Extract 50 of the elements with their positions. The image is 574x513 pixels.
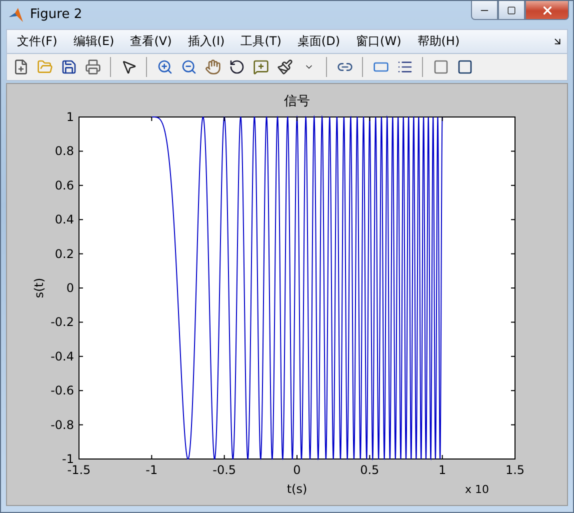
y-tick-label: 0.2 [54,246,74,261]
x-tick-label: 0 [293,462,301,477]
y-tick-label: -0.8 [50,418,74,432]
menu-item[interactable]: 文件(F) [11,32,64,50]
data-cursor-icon [252,58,268,75]
dock-arrow-icon[interactable] [552,36,563,47]
rotate-icon [228,58,244,75]
brush-icon [276,58,292,75]
hand-icon [204,58,220,75]
restore-button[interactable] [498,1,525,20]
print-icon [84,58,100,75]
close-icon [540,4,554,16]
new-file-icon [12,58,28,75]
menu-item[interactable]: 查看(V) [124,32,178,50]
y-tick-label: 0 [66,280,74,295]
y-tick-label: 1 [66,110,74,124]
y-tick-label: -0.4 [50,349,74,364]
y-tick-label: 0.4 [54,212,74,227]
y-axis-label: s(t) [32,278,46,298]
x-tick-label: 1.5 [505,462,525,477]
menu-item[interactable]: 桌面(D) [291,32,346,50]
minimize-button[interactable] [471,1,498,20]
restore-icon [507,6,516,14]
x-tick-label: -0.5 [212,462,236,477]
square-icon [432,58,448,75]
y-tick-label: -0.2 [50,315,74,330]
x-tick-label: 0.5 [360,462,380,477]
y-tick-label: 0.8 [54,144,74,158]
open-folder-icon [36,58,52,75]
y-tick-label: 0.6 [54,178,74,192]
x-tick-label: 1 [438,462,446,477]
x-exponent-label: x 10 [465,482,489,496]
app-logo-icon [8,6,24,23]
menu-item[interactable]: 插入(I) [182,32,231,50]
x-tick-label: -1 [146,462,158,477]
menu-item[interactable]: 窗口(W) [350,32,408,50]
plot-title: 信号 [284,94,310,109]
x-axis-label: t(s) [286,482,308,496]
save-icon [60,58,76,75]
legend-icon [396,58,412,75]
window-title: Figure 2 [30,7,84,22]
pointer-icon [120,58,136,75]
zoom-out-icon [180,58,196,75]
close-button[interactable] [525,1,569,20]
menu-item[interactable]: 帮助(H) [411,32,466,50]
y-tick-label: -0.6 [50,384,74,398]
menu-item[interactable]: 编辑(E) [67,32,120,50]
zoom-in-icon [156,58,172,75]
frame-icon [456,58,472,75]
menu-item[interactable]: 工具(T) [234,32,288,50]
